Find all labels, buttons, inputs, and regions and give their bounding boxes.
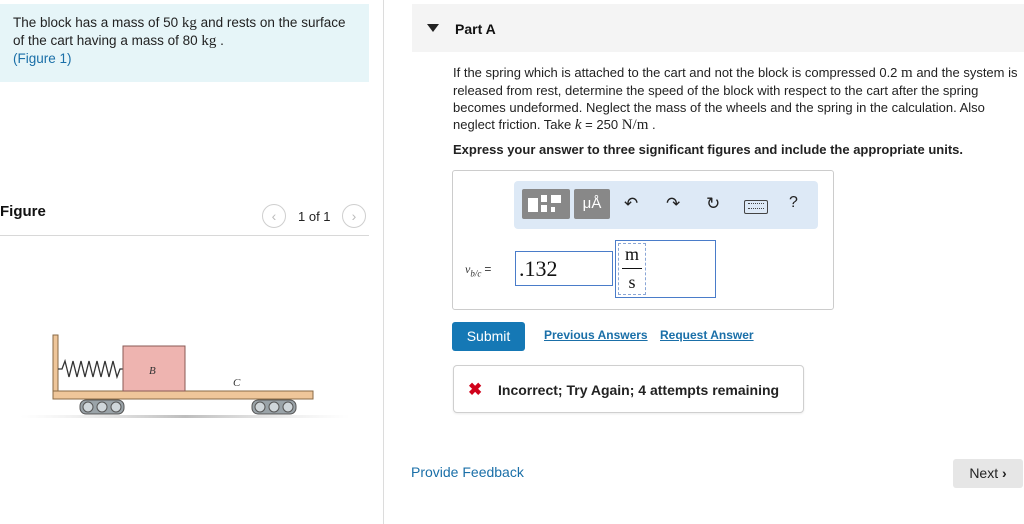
right-wheels <box>251 399 297 415</box>
k-unit: N/m <box>621 117 649 133</box>
chevron-left-icon: ‹ <box>271 208 277 224</box>
keyboard-icon[interactable] <box>744 200 768 214</box>
answer-instruction: Express your answer to three significant… <box>453 142 963 157</box>
fraction-bar <box>622 268 642 269</box>
figure-next-button[interactable]: › <box>342 204 366 228</box>
k-value: = 250 <box>581 117 622 132</box>
figure-heading: Figure <box>0 203 46 220</box>
units-button[interactable]: μÅ <box>574 189 610 219</box>
feedback-text: Incorrect; Try Again; 4 attempts remaini… <box>498 382 780 398</box>
cart-platform <box>52 390 314 400</box>
provide-feedback-link[interactable]: Provide Feedback <box>411 464 524 480</box>
unit-numerator: m <box>624 244 639 264</box>
part-title: Part A <box>455 21 496 37</box>
figure-divider <box>0 235 369 236</box>
k-symbol: k <box>574 117 582 133</box>
left-wheels <box>79 399 125 415</box>
k-end: . <box>648 117 656 132</box>
problem-line-1: The block has a mass of 50 <box>13 15 179 30</box>
problem-statement: The block has a mass of 50 kg and rests … <box>13 14 358 67</box>
undo-icon[interactable]: ↶ <box>624 194 638 214</box>
question-part-1: If the spring which is attached to the c… <box>453 65 898 80</box>
previous-answers-link[interactable]: Previous Answers <box>544 328 648 342</box>
answer-value-input[interactable]: .132 <box>515 251 613 286</box>
problem-line-2-end: . <box>220 33 224 48</box>
cart-label: C <box>233 377 241 389</box>
answer-variable-label: vb/c = <box>465 262 491 278</box>
unit-kg: kg <box>201 33 217 49</box>
block-label: B <box>149 365 156 377</box>
figure-pager: 1 of 1 <box>298 209 331 224</box>
cart-wall <box>52 334 59 398</box>
submit-button[interactable]: Submit <box>452 322 525 351</box>
reset-icon[interactable]: ↻ <box>706 194 720 214</box>
chevron-right-icon: › <box>351 208 357 224</box>
cart-block-figure: B C <box>20 334 350 418</box>
next-button[interactable]: Next › <box>953 459 1023 488</box>
ground-line <box>20 415 350 418</box>
problem-line-2: of the cart having a mass of 80 <box>13 33 198 48</box>
templates-button[interactable] <box>522 189 570 219</box>
collapse-caret-icon[interactable] <box>427 24 439 32</box>
unit-denominator: s <box>628 272 636 292</box>
templates-icon <box>528 195 561 212</box>
redo-icon[interactable]: ↷ <box>666 194 680 214</box>
part-a-header[interactable] <box>412 4 1024 52</box>
unit-kg: kg <box>181 15 197 31</box>
request-answer-link[interactable]: Request Answer <box>660 328 754 342</box>
question-text: If the spring which is attached to the c… <box>453 64 1023 134</box>
unit-m: m <box>901 65 913 81</box>
figure-link[interactable]: (Figure 1) <box>13 51 72 66</box>
help-button[interactable]: ? <box>789 194 798 212</box>
next-label: Next <box>969 465 999 481</box>
x-icon: ✖ <box>468 380 483 399</box>
figure-prev-button[interactable]: ‹ <box>262 204 286 228</box>
problem-line-1-end: and rests on the surface <box>200 15 346 30</box>
panel-divider <box>383 0 384 524</box>
chevron-right-icon: › <box>1002 465 1007 481</box>
equals-sign: = <box>484 262 492 276</box>
variable-subscript: b/c <box>470 268 482 279</box>
spring <box>58 358 123 380</box>
